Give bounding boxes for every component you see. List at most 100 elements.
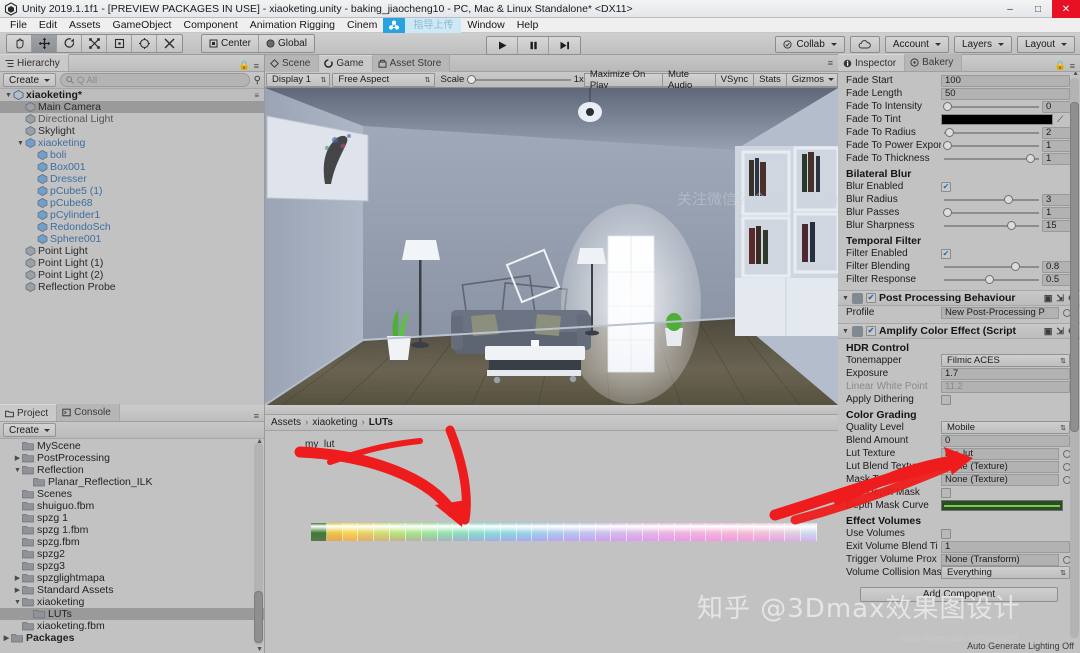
inspector-dropdown[interactable]: Filmic ACES ⇅ — [941, 354, 1070, 367]
project-create-button[interactable]: Create — [3, 423, 57, 437]
post-processing-behaviour-header[interactable]: ▼Post Processing Behaviour▣⇲⚙ — [838, 290, 1080, 306]
account-button[interactable]: Account — [884, 36, 949, 53]
asset-item-name[interactable]: my_lut — [305, 439, 334, 450]
inspector-number-field[interactable]: 15 — [1042, 219, 1072, 232]
expand-arrow[interactable]: ▶ — [13, 586, 22, 594]
transform-tool-icon[interactable] — [132, 35, 157, 52]
breadcrumb-xiaoketing[interactable]: xiaoketing — [312, 417, 357, 428]
display-dropdown[interactable]: Display 1 ⇅ — [266, 72, 331, 87]
inspector-text-field[interactable]: 0 — [941, 434, 1070, 447]
expand-arrow[interactable]: ▶ — [13, 454, 22, 462]
hierarchy-item[interactable]: ▸ Sphere001 — [0, 233, 264, 245]
project-item[interactable]: ▸ spzg 1.fbm — [0, 524, 264, 536]
slider-knob[interactable] — [942, 102, 952, 111]
hierarchy-item[interactable]: ▸ Main Camera — [0, 101, 264, 113]
eyedropper-icon[interactable]: ⟋ — [1057, 114, 1063, 125]
inspector-color-field[interactable] — [941, 114, 1053, 125]
inspector-slider[interactable] — [941, 140, 1042, 152]
slider-knob[interactable] — [1025, 154, 1035, 163]
inspector-checkbox[interactable] — [941, 181, 951, 192]
component-enabled-checkbox[interactable] — [865, 326, 876, 336]
inspector-number-field[interactable]: 0 — [1042, 100, 1072, 113]
hierarchy-menu-icon[interactable]: ≡ — [254, 61, 264, 71]
menu-assets[interactable]: Assets — [63, 18, 107, 33]
move-tool-icon[interactable] — [32, 35, 57, 52]
menu-component[interactable]: Component — [177, 18, 243, 33]
inspector-object-field[interactable]: None (Transform) — [941, 553, 1059, 566]
hierarchy-item[interactable]: ▸ Point Light (2) — [0, 269, 264, 281]
menu-file[interactable]: File — [4, 18, 33, 33]
amplify-color-effect-header[interactable]: ▼Amplify Color Effect (Script▣⇲⚙ — [838, 323, 1080, 339]
project-item[interactable]: ▸ spzg3 — [0, 560, 264, 572]
tab-project[interactable]: Project — [0, 404, 58, 421]
expand-arrow[interactable]: ▶ — [2, 634, 11, 642]
inspector-number-field[interactable]: 0.8 — [1042, 260, 1072, 273]
lut-texture-strip[interactable] — [311, 523, 817, 541]
menu-window[interactable]: Window — [461, 18, 510, 33]
hierarchy-item[interactable]: ▸ Dresser — [0, 173, 264, 185]
preset-icon[interactable]: ⇲ — [1056, 293, 1064, 304]
slider-knob[interactable] — [1007, 221, 1017, 230]
game-render-surface[interactable]: 关注微信公众号：V2_zxw — [265, 88, 838, 405]
expand-arrow[interactable]: ▼ — [16, 140, 25, 147]
project-item[interactable]: ▶ Standard Assets — [0, 584, 264, 596]
cloud-button[interactable] — [849, 36, 880, 53]
inspector-number-field[interactable]: 2 — [1042, 126, 1072, 139]
upload-button[interactable]: 指导上传 — [405, 17, 462, 33]
inspector-slider[interactable] — [941, 261, 1042, 273]
project-menu-icon[interactable]: ≡ — [254, 411, 264, 421]
play-button[interactable] — [487, 37, 518, 54]
project-item[interactable]: ▸ xiaoketing.fbm — [0, 620, 264, 632]
hierarchy-item[interactable]: ▸ Directional Light — [0, 113, 264, 125]
scroll-up-arrow[interactable]: ▲ — [1072, 72, 1079, 77]
hierarchy-item[interactable]: ▸ Point Light — [0, 245, 264, 257]
cloud-share-icon[interactable] — [383, 17, 406, 33]
expand-arrow[interactable]: ▼ — [13, 467, 22, 474]
slider-knob[interactable] — [1003, 195, 1013, 204]
inspector-object-field[interactable]: None (Texture) — [941, 460, 1059, 473]
project-item[interactable]: ▸ spzg 1 — [0, 512, 264, 524]
tab-inspector[interactable]: Inspector — [838, 54, 906, 71]
inspector-slider[interactable] — [941, 194, 1042, 206]
vsync-button[interactable]: VSync — [715, 72, 755, 87]
project-scrollbar[interactable] — [254, 443, 263, 645]
hierarchy-item[interactable]: ▸ pCube68 — [0, 197, 264, 209]
expand-arrow[interactable]: ▼ — [842, 295, 849, 302]
maximize-on-play-button[interactable]: Maximize On Play — [583, 69, 663, 91]
scroll-down-arrow[interactable]: ▼ — [256, 646, 263, 653]
inspector-checkbox[interactable] — [941, 248, 951, 259]
tab-console[interactable]: Console — [57, 404, 120, 421]
inspector-number-field[interactable]: 1 — [1042, 139, 1072, 152]
hierarchy-item[interactable]: ▼ xiaoketing — [0, 137, 264, 149]
inspector-dropdown[interactable]: Mobile ⇅ — [941, 421, 1070, 434]
scale-tool-icon[interactable] — [82, 35, 107, 52]
project-item[interactable]: ▸ spzg.fbm — [0, 536, 264, 548]
inspector-checkbox[interactable] — [941, 487, 951, 498]
project-item[interactable]: ▸ shuiguo.fbm — [0, 500, 264, 512]
menu-edit[interactable]: Edit — [33, 18, 63, 33]
inspector-number-field[interactable]: 3 — [1042, 193, 1072, 206]
slider-knob[interactable] — [944, 128, 954, 137]
slider-knob[interactable] — [985, 275, 995, 284]
expand-arrow[interactable]: ▼ — [13, 599, 22, 606]
inspector-text-field[interactable]: 11.2 — [941, 380, 1070, 393]
menu-help[interactable]: Help — [511, 18, 545, 33]
hierarchy-item[interactable]: ▸ Reflection Probe — [0, 281, 264, 293]
preset-icon[interactable]: ⇲ — [1056, 326, 1064, 337]
tab-scene[interactable]: Scene — [265, 54, 320, 72]
hierarchy-item[interactable]: ▸ Box001 — [0, 161, 264, 173]
inspector-slider[interactable] — [941, 220, 1042, 232]
stats-button[interactable]: Stats — [754, 72, 787, 87]
inspector-checkbox[interactable] — [941, 528, 951, 539]
help-icon[interactable]: ▣ — [1044, 293, 1053, 304]
inspector-curve-field[interactable] — [941, 500, 1063, 511]
project-item[interactable]: ▶ Packages — [0, 632, 264, 644]
hierarchy-item[interactable]: ▸ boli — [0, 149, 264, 161]
slider-knob[interactable] — [1010, 262, 1020, 271]
inspector-checkbox[interactable] — [941, 394, 951, 405]
inspector-object-field[interactable]: None (Texture) — [941, 473, 1059, 486]
breadcrumb-assets[interactable]: Assets — [271, 417, 301, 428]
inspector-scroll-thumb[interactable] — [1070, 102, 1079, 432]
inspector-slider[interactable] — [941, 207, 1042, 219]
menu-animation-rigging[interactable]: Animation Rigging — [244, 18, 341, 33]
